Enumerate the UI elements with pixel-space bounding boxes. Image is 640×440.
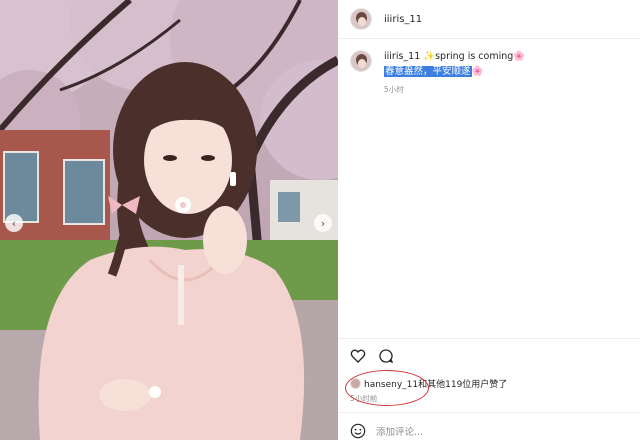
- caption-timestamp: 5小时: [384, 85, 404, 94]
- divider: [338, 38, 640, 39]
- likes-text[interactable]: hanseny_11和其他119位用户赞了: [364, 377, 507, 390]
- emoji-icon[interactable]: [350, 423, 366, 439]
- caption-selected-text: 春意盎然，平安顺遂: [384, 66, 472, 77]
- post-details-pane: iiiris_11 iiiris_11 ✨spring is coming🌸 春意…: [338, 0, 640, 440]
- caption-body: iiiris_11 ✨spring is coming🌸 春意盎然，平安顺遂🌸 5…: [384, 50, 525, 96]
- post-timestamp: 5小时前: [350, 394, 378, 403]
- avatar[interactable]: [350, 8, 372, 30]
- heart-icon[interactable]: [350, 348, 366, 364]
- comment-box[interactable]: 添加评论...: [350, 423, 423, 439]
- caption-text: ✨spring is coming🌸: [423, 51, 526, 62]
- chevron-right-icon[interactable]: ›: [314, 214, 332, 232]
- caption-line2: 春意盎然，平安顺遂🌸: [384, 65, 525, 78]
- comment-input[interactable]: 添加评论...: [376, 424, 423, 438]
- likes-summary: hanseny_11和其他119位用户赞了: [350, 377, 507, 390]
- photo-illustration: [0, 0, 338, 440]
- caption-avatar[interactable]: [350, 50, 372, 72]
- chevron-left-icon[interactable]: ‹: [5, 214, 23, 232]
- divider: [338, 338, 640, 339]
- divider: [338, 412, 640, 413]
- post-photo[interactable]: ‹ ›: [0, 0, 338, 440]
- action-bar: [350, 348, 394, 364]
- header-username[interactable]: iiiris_11: [384, 14, 422, 25]
- caption-username[interactable]: iiiris_11: [384, 51, 420, 62]
- liker-avatar[interactable]: [350, 378, 361, 389]
- post-header: iiiris_11: [338, 0, 640, 38]
- caption: iiiris_11 ✨spring is coming🌸 春意盎然，平安顺遂🌸 5…: [350, 50, 632, 96]
- caption-line1: iiiris_11 ✨spring is coming🌸: [384, 50, 525, 63]
- comment-icon[interactable]: [378, 348, 394, 364]
- caption-line2-suffix: 🌸: [471, 66, 484, 77]
